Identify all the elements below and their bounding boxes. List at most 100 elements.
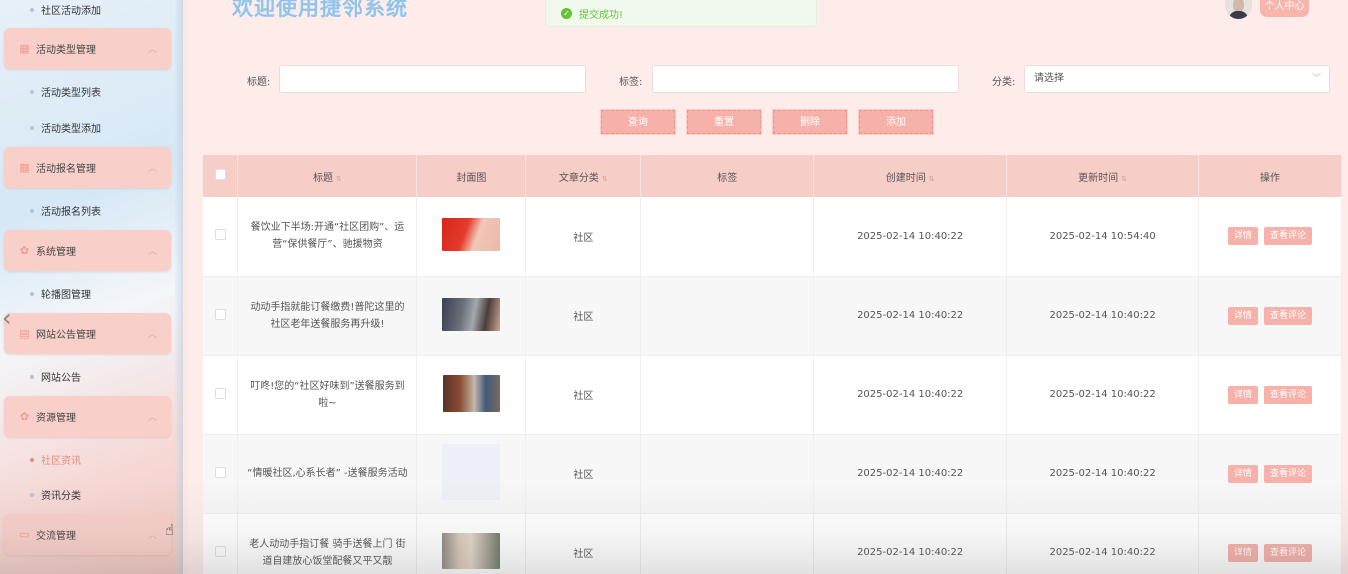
table-header-row: 标题 ⇅ 封面图 文章分类 ⇅ 标签 创建时间 ⇅ 更新时间 ⇅ 操作: [203, 155, 1342, 197]
column-header-label: 更新时间: [1078, 172, 1119, 184]
row-title: 餐饮业下半场:开通“社区团购”、运营“保供餐厅”、驰援物资: [237, 197, 418, 277]
column-header-label: 标签: [717, 172, 738, 184]
row-tag: [640, 197, 815, 277]
row-cover-cell: [416, 513, 527, 574]
row-category: 社区: [525, 355, 642, 435]
title-filter-label: 标题:: [247, 77, 271, 88]
sidebar-item-news-category[interactable]: 资讯分类: [30, 487, 81, 502]
column-header-actions: 操作: [1198, 155, 1342, 197]
sidebar-group-communication[interactable]: ▭ 交流管理 ︿: [4, 514, 171, 555]
row-checkbox[interactable]: [214, 387, 226, 399]
sidebar-item-label: 轮播图管理: [41, 290, 91, 301]
row-title: 动动手指就能订餐缴费!普陀这里的社区老年送餐服务再升级!: [237, 276, 418, 356]
row-actions: 详情 查看评论: [1198, 276, 1342, 356]
sidebar-group-system[interactable]: ✿ 系统管理 ︿: [4, 230, 171, 271]
cover-image: [442, 297, 501, 331]
view-comments-button[interactable]: 查看评论: [1264, 543, 1313, 562]
row-updated-time: 2025-02-14 10:40:22: [1006, 513, 1200, 574]
row-title: 老人动动手指订餐 骑手送餐上门 街道自建放心饭堂配餐又平又靓: [237, 513, 418, 574]
table-row: 叮咚!您的“社区好味到”送餐服务到啦~ 社区 2025-02-14 10:40:…: [203, 355, 1342, 435]
bullet-icon: [30, 457, 34, 462]
detail-button[interactable]: 详情: [1228, 385, 1259, 404]
column-header-label: 封面图: [456, 172, 487, 184]
category-select[interactable]: 请选择 ﹀: [1024, 65, 1330, 93]
sidebar-item-activity-type-add[interactable]: 活动类型添加: [30, 120, 101, 135]
chevron-up-icon: ︿: [147, 247, 157, 257]
sort-icon[interactable]: ⇅: [929, 175, 935, 183]
sort-icon[interactable]: ⇅: [602, 175, 608, 183]
sidebar-item-label: 活动类型添加: [41, 124, 101, 135]
sort-icon[interactable]: ⇅: [1121, 175, 1127, 183]
row-checkbox[interactable]: [214, 545, 226, 557]
sidebar-item-label: 网站公告: [41, 373, 81, 384]
row-title: “情暖社区,心系长者” -送餐服务活动: [237, 434, 418, 514]
detail-button[interactable]: 详情: [1228, 543, 1259, 562]
delete-button[interactable]: 删除: [773, 110, 847, 134]
chevron-up-icon: ︿: [147, 45, 157, 55]
sidebar-group-activity-signup[interactable]: ▦ 活动报名管理 ︿: [4, 147, 171, 188]
detail-button[interactable]: 详情: [1228, 464, 1259, 483]
sidebar-item-announcement[interactable]: 网站公告: [30, 369, 81, 384]
row-cover-cell: [416, 276, 527, 356]
row-actions: 详情 查看评论: [1198, 355, 1342, 435]
chat-icon: ▭: [19, 528, 30, 541]
row-checkbox[interactable]: [214, 466, 226, 478]
chevron-up-icon: ︿: [147, 330, 157, 340]
bullet-icon: [30, 125, 34, 130]
view-comments-button[interactable]: 查看评论: [1264, 464, 1313, 483]
chevron-left-icon[interactable]: ‹: [2, 304, 12, 332]
column-header-title[interactable]: 标题 ⇅: [237, 155, 418, 197]
sidebar-group-activity-type[interactable]: ▦ 活动类型管理 ︿: [4, 28, 171, 69]
column-header-tag: 标签: [640, 155, 815, 197]
row-updated-time: 2025-02-14 10:54:40: [1006, 197, 1200, 277]
cover-image: [442, 444, 501, 500]
table-row: 老人动动手指订餐 骑手送餐上门 街道自建放心饭堂配餐又平又靓 社区 2025-0…: [203, 513, 1342, 574]
toast-message: 提交成功!: [579, 9, 624, 21]
bullet-icon: [30, 7, 34, 12]
profile-button[interactable]: 个人中心: [1260, 0, 1309, 17]
tag-filter-label: 标签:: [619, 77, 643, 88]
cover-image: [442, 533, 501, 569]
sidebar-group-label: 资源管理: [36, 413, 76, 424]
sidebar-group-announcement[interactable]: ▤ 网站公告管理 ︿: [4, 313, 171, 354]
column-header-label: 标题: [313, 172, 333, 184]
column-header-updated[interactable]: 更新时间 ⇅: [1006, 155, 1200, 197]
tag-search-input[interactable]: [652, 65, 959, 93]
detail-button[interactable]: 详情: [1228, 227, 1259, 246]
sidebar-item-carousel[interactable]: 轮播图管理: [30, 286, 91, 301]
document-icon: ▤: [19, 327, 30, 340]
bullet-icon: [30, 291, 34, 296]
sort-icon[interactable]: ⇅: [336, 175, 342, 183]
avatar[interactable]: [1225, 0, 1252, 19]
sidebar-item-label: 社区活动添加: [41, 6, 101, 17]
select-all-checkbox[interactable]: [214, 169, 226, 180]
row-checkbox[interactable]: [214, 229, 226, 241]
title-search-input[interactable]: [279, 65, 586, 93]
column-header-category[interactable]: 文章分类 ⇅: [525, 155, 642, 197]
grid-icon: ▦: [19, 161, 30, 174]
column-header-created[interactable]: 创建时间 ⇅: [813, 155, 1008, 197]
row-cover-cell: [416, 197, 527, 277]
sidebar-item-label: 资讯分类: [41, 491, 81, 502]
table-row: 餐饮业下半场:开通“社区团购”、运营“保供餐厅”、驰援物资 社区 2025-02…: [203, 197, 1342, 277]
sidebar-group-resource[interactable]: ✿ 资源管理 ︿: [4, 396, 171, 437]
reset-button[interactable]: 重置: [687, 110, 761, 134]
add-button[interactable]: 添加: [859, 110, 933, 134]
row-category: 社区: [525, 197, 642, 277]
view-comments-button[interactable]: 查看评论: [1264, 385, 1313, 404]
view-comments-button[interactable]: 查看评论: [1264, 227, 1313, 246]
view-comments-button[interactable]: 查看评论: [1264, 306, 1313, 325]
row-select-cell: [203, 355, 239, 435]
chevron-down-icon: ﹀: [1311, 74, 1321, 84]
cover-image: [442, 218, 501, 252]
detail-button[interactable]: 详情: [1228, 306, 1259, 325]
sidebar-item-activity-type-list[interactable]: 活动类型列表: [30, 84, 101, 99]
row-checkbox[interactable]: [214, 308, 226, 320]
query-button[interactable]: 查询: [601, 110, 675, 134]
cover-image: [442, 374, 500, 412]
sidebar-item-label: 活动报名列表: [41, 207, 101, 218]
sidebar-item-label: 社区资讯: [41, 456, 81, 467]
sidebar-item-activity-signup-list[interactable]: 活动报名列表: [30, 203, 101, 218]
sidebar-item-community-news[interactable]: 社区资讯: [30, 452, 81, 467]
sidebar-item-community-activity-add[interactable]: 社区活动添加: [30, 2, 101, 17]
